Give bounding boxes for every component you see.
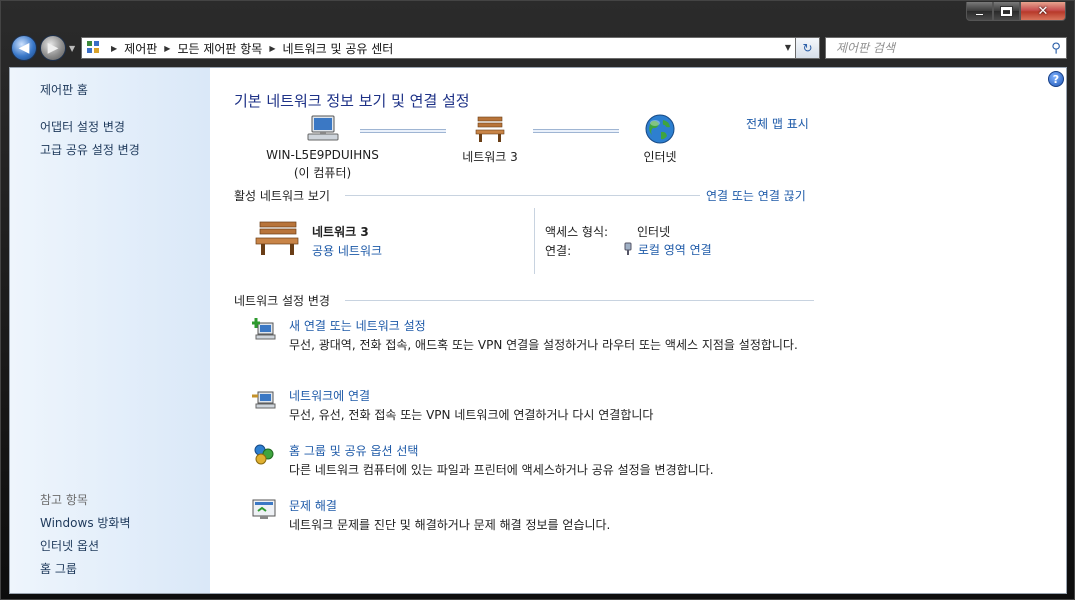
active-networks-heading: 활성 네트워크 보기 <box>234 189 330 203</box>
sidebar-item-homegroup[interactable]: 홈 그룹 <box>40 560 77 577</box>
bench-large-icon <box>255 221 299 255</box>
see-also-heading: 참고 항목 <box>40 493 88 507</box>
task-description: 무선, 유선, 전화 접속 또는 VPN 네트워크에 연결하거나 다시 연결합니… <box>289 408 654 422</box>
sidebar: 제어판 홈 어댑터 설정 변경 고급 공유 설정 변경 참고 항목 Window… <box>10 68 210 593</box>
homegroup-icon <box>254 444 274 465</box>
sidebar-item-change-adapter-settings[interactable]: 어댑터 설정 변경 <box>40 118 125 135</box>
sidebar-item-control-panel-home[interactable]: 제어판 홈 <box>40 81 88 98</box>
section-divider <box>345 300 814 301</box>
maximize-button[interactable] <box>993 2 1020 21</box>
new-connection-icon <box>252 318 276 340</box>
computer-name: WIN-L5E9PDUIHNS <box>266 148 379 162</box>
control-panel-icon <box>86 40 104 56</box>
task-description: 네트워크 문제를 진단 및 해결하거나 문제 해결 정보를 얻습니다. <box>289 518 611 532</box>
see-full-map-link[interactable]: 전체 맵 표시 <box>746 115 809 132</box>
connections-label: 연결: <box>545 244 572 258</box>
maximize-icon <box>1000 5 1013 17</box>
refresh-icon: ↻ <box>802 41 813 55</box>
active-network-type-link[interactable]: 공용 네트워크 <box>312 242 382 259</box>
ethernet-plug-icon <box>624 242 632 255</box>
map-node-internet[interactable]: 인터넷 <box>625 114 695 165</box>
explorer-window: ✕ ◀ ▶ ▼ ▶ 제어판 ▶ 모든 제어판 항목 ▶ 네트워크 및 공유 센터… <box>0 0 1075 600</box>
task-description: 다른 네트워크 컴퓨터에 있는 파일과 프린터에 액세스하거나 공유 설정을 변… <box>289 463 714 477</box>
back-arrow-icon: ◀ <box>18 40 30 56</box>
task-title-link[interactable]: 문제 해결 <box>289 497 337 514</box>
section-divider <box>345 195 700 196</box>
breadcrumb-separator[interactable]: ▶ <box>111 44 117 53</box>
caption-buttons: ✕ <box>966 2 1066 21</box>
close-icon: ✕ <box>1037 3 1049 19</box>
computer-subtitle: (이 컴퓨터) <box>293 166 352 180</box>
vertical-divider <box>534 208 535 274</box>
address-bar[interactable]: ▶ 제어판 ▶ 모든 제어판 항목 ▶ 네트워크 및 공유 센터 ▼ <box>81 37 796 59</box>
internet-label: 인터넷 <box>643 150 677 164</box>
map-link-line <box>360 129 446 133</box>
recent-pages-button[interactable]: ▼ <box>69 45 78 53</box>
sidebar-item-internet-options[interactable]: 인터넷 옵션 <box>40 537 99 554</box>
access-type-value: 인터넷 <box>637 225 671 239</box>
network-name: 네트워크 3 <box>462 150 518 164</box>
forward-arrow-icon: ▶ <box>47 40 59 56</box>
task-description: 무선, 광대역, 전화 접속, 애드혹 또는 VPN 연결을 설정하거나 라우터… <box>289 338 798 352</box>
chevron-down-icon: ▼ <box>69 44 76 53</box>
search-icon[interactable]: ⚲ <box>1046 41 1066 56</box>
back-button[interactable]: ◀ <box>11 35 37 61</box>
active-network-name: 네트워크 3 <box>312 225 369 239</box>
navigation-bar: ◀ ▶ ▼ ▶ 제어판 ▶ 모든 제어판 항목 ▶ 네트워크 및 공유 센터 ▼… <box>9 34 1067 62</box>
sidebar-item-windows-firewall[interactable]: Windows 방화벽 <box>40 514 131 531</box>
globe-icon <box>645 114 675 144</box>
close-button[interactable]: ✕ <box>1020 2 1066 21</box>
page-title: 기본 네트워크 정보 보기 및 연결 설정 <box>234 92 470 110</box>
computer-icon <box>307 115 338 141</box>
connect-network-icon <box>252 391 276 409</box>
minimize-button[interactable] <box>966 2 993 21</box>
task-title-link[interactable]: 네트워크에 연결 <box>289 387 370 404</box>
minimize-icon <box>975 12 984 16</box>
sidebar-item-advanced-sharing[interactable]: 고급 공유 설정 변경 <box>40 141 140 158</box>
forward-button[interactable]: ▶ <box>40 35 66 61</box>
map-link-line <box>533 129 619 133</box>
troubleshoot-icon <box>252 499 276 519</box>
main-content: 기본 네트워크 정보 보기 및 연결 설정 WIN-L5E9PDUIHNS (이… <box>210 68 1066 593</box>
breadcrumb-separator[interactable]: ▶ <box>164 44 170 53</box>
map-node-network[interactable]: 네트워크 3 <box>455 114 525 165</box>
search-box[interactable]: ⚲ <box>825 37 1067 59</box>
local-area-connection-link[interactable]: 로컬 영역 연결 <box>638 243 712 257</box>
address-dropdown-icon[interactable]: ▼ <box>785 43 791 52</box>
breadcrumb-separator[interactable]: ▶ <box>269 44 275 53</box>
connections-value[interactable]: 로컬 영역 연결 <box>622 241 712 258</box>
breadcrumb-control-panel[interactable]: 제어판 <box>124 40 157 57</box>
task-title-link[interactable]: 홈 그룹 및 공유 옵션 선택 <box>289 442 418 459</box>
change-settings-heading: 네트워크 설정 변경 <box>234 294 330 308</box>
breadcrumb-network-center[interactable]: 네트워크 및 공유 센터 <box>283 40 394 57</box>
breadcrumb-all-items[interactable]: 모든 제어판 항목 <box>177 40 262 57</box>
map-node-computer[interactable]: WIN-L5E9PDUIHNS (이 컴퓨터) <box>260 114 385 181</box>
connect-disconnect-link[interactable]: 연결 또는 연결 끊기 <box>706 187 806 204</box>
client-area: 제어판 홈 어댑터 설정 변경 고급 공유 설정 변경 참고 항목 Window… <box>9 67 1067 594</box>
bench-icon <box>475 116 505 142</box>
refresh-button[interactable]: ↻ <box>796 37 820 59</box>
task-title-link[interactable]: 새 연결 또는 네트워크 설정 <box>289 317 426 334</box>
search-input[interactable] <box>826 41 1046 55</box>
access-type-label: 액세스 형식: <box>545 225 609 239</box>
